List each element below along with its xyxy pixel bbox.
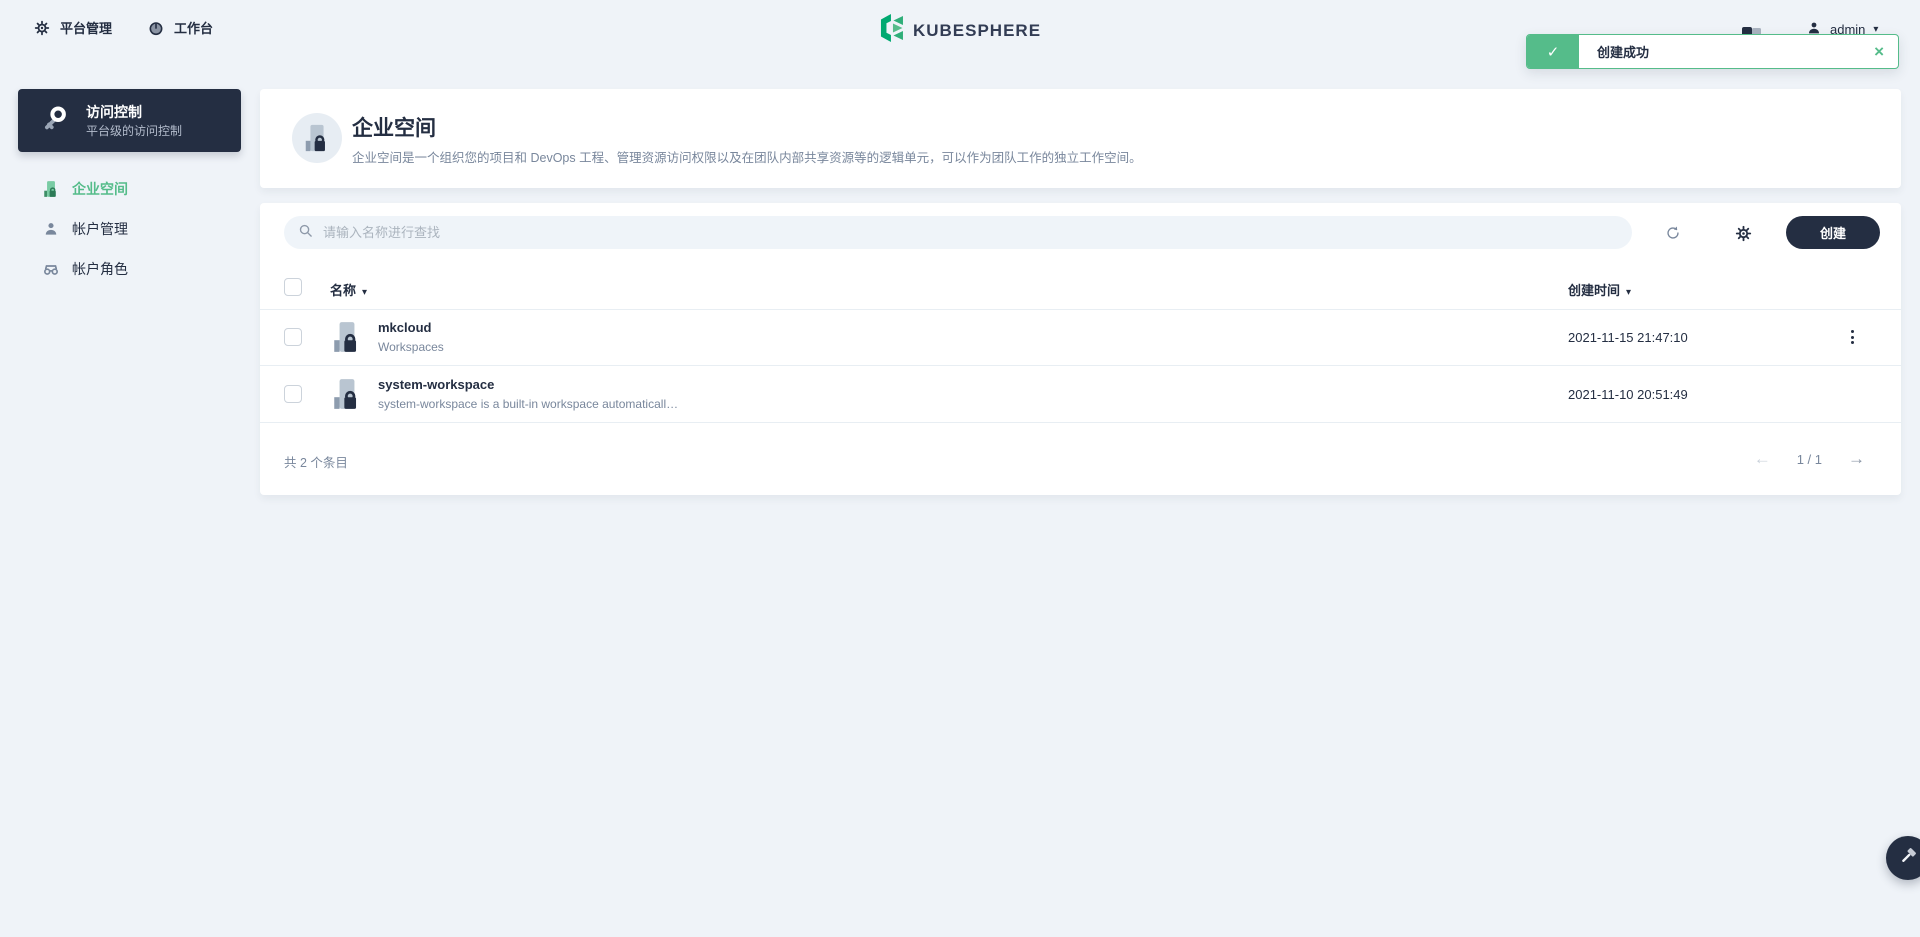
sidebar-menu: 企业空间 帐户管理 帐户角色 bbox=[18, 169, 241, 289]
dashboard-gauge-icon bbox=[148, 20, 164, 36]
select-all-checkbox[interactable] bbox=[284, 278, 302, 296]
sidebar-item-label: 帐户管理 bbox=[72, 221, 128, 237]
table-row[interactable]: mkcloud Workspaces 2021-11-15 21:47:10 bbox=[260, 309, 1901, 366]
toast-message: 创建成功 bbox=[1597, 45, 1650, 60]
workspace-description: system-workspace is a built-in workspace… bbox=[378, 397, 679, 411]
more-menu-icon[interactable] bbox=[1842, 326, 1862, 348]
workspace-name-link[interactable]: system-workspace bbox=[378, 377, 494, 392]
kubesphere-logo-text: KUBESPHERE bbox=[912, 20, 1042, 40]
sidebar-item-label: 企业空间 bbox=[72, 181, 128, 197]
kubesphere-logo-icon bbox=[879, 14, 905, 47]
page-description: 企业空间是一个组织您的项目和 DevOps 工程、管理资源访问权限以及在团队内部… bbox=[352, 151, 1142, 165]
toast-notification: ✓ 创建成功 × bbox=[1526, 34, 1899, 69]
refresh-icon[interactable] bbox=[1663, 223, 1683, 243]
workspace-building-icon bbox=[330, 320, 364, 354]
check-icon: ✓ bbox=[1546, 43, 1560, 61]
workspace-name-link[interactable]: mkcloud bbox=[378, 320, 431, 335]
search-icon bbox=[298, 223, 313, 243]
pagination: ← 1 / 1 → bbox=[1754, 449, 1865, 469]
sidebar-item-label: 帐户角色 bbox=[72, 261, 128, 277]
column-header-name[interactable]: 名称 ▾ bbox=[330, 280, 367, 300]
row-checkbox[interactable] bbox=[284, 385, 302, 403]
page-header-card bbox=[260, 89, 1901, 188]
row-checkbox[interactable] bbox=[284, 328, 302, 346]
create-button[interactable]: 创建 bbox=[1786, 216, 1880, 249]
workspace-building-icon bbox=[42, 180, 60, 198]
created-time: 2021-11-10 20:51:49 bbox=[1568, 387, 1688, 402]
table-header: 名称 ▾ 创建时间 ▾ bbox=[260, 265, 1901, 309]
toast-success-badge: ✓ bbox=[1527, 35, 1579, 68]
table-row[interactable]: system-workspace system-workspace is a b… bbox=[260, 366, 1901, 423]
sort-caret-icon: ▾ bbox=[362, 287, 368, 298]
workspace-building-icon bbox=[302, 123, 332, 153]
sidebar-item-accounts[interactable]: 帐户管理 bbox=[18, 209, 241, 249]
column-header-created[interactable]: 创建时间 ▾ bbox=[1568, 280, 1631, 300]
role-icon bbox=[42, 260, 60, 278]
search-bar[interactable] bbox=[284, 216, 1632, 249]
table-footer: 共 2 个条目 ← 1 / 1 → bbox=[260, 423, 1901, 495]
platform-management-button[interactable]: 平台管理 bbox=[34, 18, 112, 37]
workspace-description: Workspaces bbox=[378, 340, 444, 354]
workspace-building-icon bbox=[330, 377, 364, 411]
close-icon[interactable]: × bbox=[1860, 43, 1898, 60]
hammer-icon bbox=[1897, 845, 1919, 872]
prev-page-icon[interactable]: ← bbox=[1754, 449, 1771, 469]
sidebar-item-workspaces[interactable]: 企业空间 bbox=[18, 169, 241, 209]
next-page-icon[interactable]: → bbox=[1848, 449, 1865, 469]
total-count: 共 2 个条目 bbox=[284, 456, 348, 470]
page-indicator: 1 / 1 bbox=[1796, 451, 1822, 467]
platform-management-label: 平台管理 bbox=[60, 21, 113, 36]
page-title: 企业空间 bbox=[352, 117, 436, 140]
kubesphere-logo[interactable]: KUBESPHERE bbox=[879, 14, 1041, 47]
page-header-icon-circle bbox=[292, 113, 342, 163]
settings-gear-icon[interactable] bbox=[1733, 223, 1753, 243]
sidebar-item-roles[interactable]: 帐户角色 bbox=[18, 249, 241, 289]
toolbox-fab-button[interactable] bbox=[1886, 836, 1920, 880]
created-time: 2021-11-15 21:47:10 bbox=[1568, 330, 1688, 345]
workbench-button[interactable]: 工作台 bbox=[148, 18, 213, 37]
sidebar-subtitle: 平台级的访问控制 bbox=[86, 123, 183, 138]
sidebar-title: 访问控制 bbox=[86, 103, 142, 120]
gear-icon bbox=[34, 20, 50, 36]
workbench-label: 工作台 bbox=[174, 21, 214, 36]
key-icon bbox=[40, 103, 70, 138]
sidebar-header: 访问控制 平台级的访问控制 bbox=[18, 89, 241, 152]
search-input[interactable] bbox=[323, 225, 1618, 240]
workspace-table-body: mkcloud Workspaces 2021-11-15 21:47:10 s… bbox=[260, 309, 1901, 423]
sort-caret-icon: ▾ bbox=[1626, 287, 1632, 298]
person-icon bbox=[42, 220, 60, 238]
